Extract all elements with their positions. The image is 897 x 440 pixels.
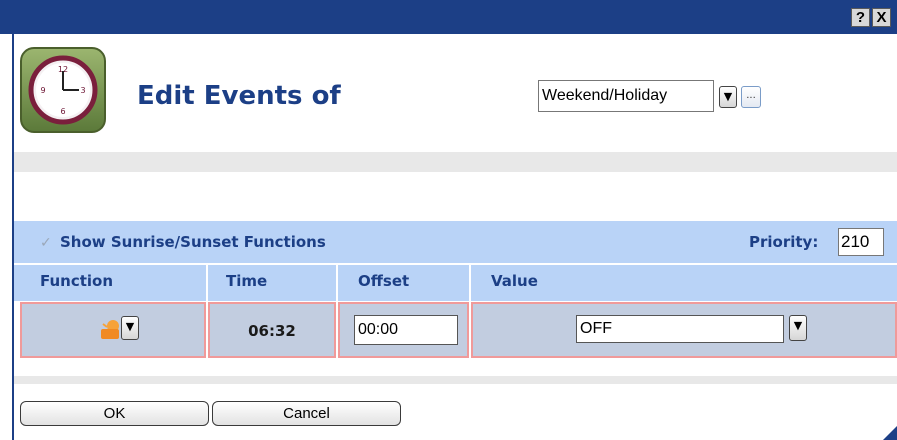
column-header-value: Value (471, 265, 897, 301)
value-select[interactable]: OFF (576, 315, 784, 343)
wall-clock-icon: 12 3 6 9 (20, 47, 106, 133)
value-dropdown-button[interactable]: ▼ (789, 315, 807, 341)
value-cell: OFF ▼ (471, 302, 897, 358)
offset-input[interactable]: 00:00 (354, 315, 458, 345)
section-divider (14, 152, 897, 172)
function-dropdown-button[interactable]: ▼ (121, 316, 139, 340)
cancel-button[interactable]: Cancel (212, 401, 401, 426)
svg-text:3: 3 (80, 86, 85, 95)
column-header-function: Function (14, 265, 206, 301)
offset-cell: 00:00 (338, 302, 469, 358)
help-button[interactable]: ? (851, 8, 870, 27)
svg-text:6: 6 (60, 107, 65, 116)
column-header-time: Time (208, 265, 336, 301)
close-button[interactable]: X (872, 8, 891, 27)
show-sunrise-label: Show Sunrise/Sunset Functions (60, 233, 326, 251)
schedule-select[interactable]: Weekend/Holiday (538, 80, 714, 112)
footer-divider (14, 376, 897, 384)
resize-grip-icon[interactable] (883, 426, 897, 440)
priority-input[interactable]: 210 (838, 228, 884, 256)
page-title: Edit Events of (137, 81, 341, 111)
time-cell: 06:32 (208, 302, 336, 358)
window-left-border (0, 34, 14, 440)
priority-label: Priority: (749, 233, 819, 251)
schedule-dropdown-button[interactable]: ▼ (719, 86, 737, 108)
svg-text:9: 9 (40, 86, 45, 95)
column-header-offset: Offset (338, 265, 469, 301)
ok-button[interactable]: OK (20, 401, 209, 426)
time-value: 06:32 (248, 322, 296, 340)
function-cell: ▼ (20, 302, 206, 358)
options-row: ✓ Show Sunrise/Sunset Functions Priority… (14, 221, 897, 263)
sunrise-icon[interactable] (99, 318, 121, 340)
title-bar (0, 0, 897, 34)
show-sunrise-checkbox[interactable]: ✓ (40, 235, 52, 251)
schedule-more-button[interactable]: ... (741, 86, 761, 108)
